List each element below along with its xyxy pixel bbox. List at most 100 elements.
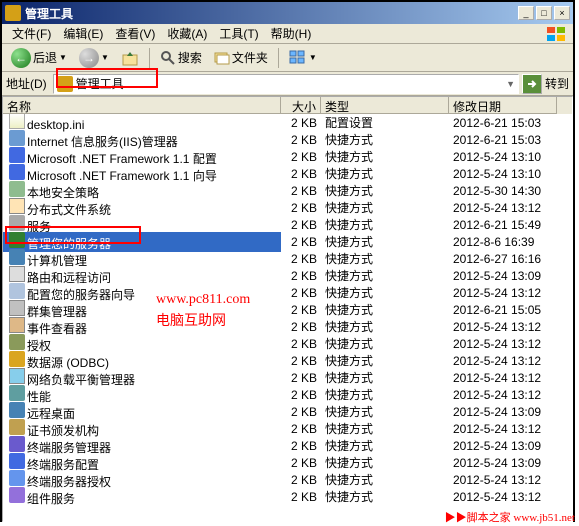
list-item[interactable]: 配置您的服务器向导2 KB快捷方式2012-5-24 13:12 [3, 284, 572, 301]
col-size[interactable]: 大小 [281, 97, 321, 114]
file-size: 2 KB [281, 422, 321, 436]
go-label: 转到 [545, 75, 569, 92]
file-icon [9, 283, 25, 299]
views-icon [289, 50, 307, 66]
close-button[interactable]: × [554, 6, 570, 20]
file-type: 快捷方式 [321, 131, 449, 148]
list-item[interactable]: 数据源 (ODBC)2 KB快捷方式2012-5-24 13:12 [3, 352, 572, 369]
file-size: 2 KB [281, 405, 321, 419]
addressbar: 地址(D) 管理工具 ▼ 转到 [2, 72, 573, 96]
file-date: 2012-5-24 13:12 [449, 337, 557, 351]
list-item[interactable]: 终端服务配置2 KB快捷方式2012-5-24 13:09 [3, 454, 572, 471]
col-date[interactable]: 修改日期 [449, 97, 557, 114]
file-size: 2 KB [281, 133, 321, 147]
list-item[interactable]: Microsoft .NET Framework 1.1 配置2 KB快捷方式2… [3, 148, 572, 165]
file-type: 快捷方式 [321, 148, 449, 165]
file-date: 2012-5-24 13:09 [449, 405, 557, 419]
menu-help[interactable]: 帮助(H) [265, 23, 318, 44]
file-date: 2012-5-24 13:12 [449, 473, 557, 487]
list-item[interactable]: 终端服务器授权2 KB快捷方式2012-5-24 13:12 [3, 471, 572, 488]
chevron-down-icon[interactable]: ▼ [506, 79, 515, 89]
file-icon [9, 300, 25, 316]
list-item[interactable]: 证书颁发机构2 KB快捷方式2012-5-24 13:12 [3, 420, 572, 437]
file-icon [9, 164, 25, 180]
list-item[interactable]: desktop.ini2 KB配置设置2012-6-21 15:03 [3, 114, 572, 131]
list-item[interactable]: 远程桌面2 KB快捷方式2012-5-24 13:09 [3, 403, 572, 420]
file-type: 快捷方式 [321, 420, 449, 437]
list-item[interactable]: 授权2 KB快捷方式2012-5-24 13:12 [3, 335, 572, 352]
file-size: 2 KB [281, 286, 321, 300]
file-size: 2 KB [281, 473, 321, 487]
up-button[interactable] [116, 47, 144, 69]
list-item[interactable]: 网络负载平衡管理器2 KB快捷方式2012-5-24 13:12 [3, 369, 572, 386]
forward-button[interactable]: → ▼ [74, 47, 114, 69]
list-item[interactable]: 组件服务2 KB快捷方式2012-5-24 13:12 [3, 488, 572, 505]
toolbar: ← 后退 ▼ → ▼ 搜索 文件夹 ▼ [2, 44, 573, 72]
list-item[interactable]: Internet 信息服务(IIS)管理器2 KB快捷方式2012-6-21 1… [3, 131, 572, 148]
separator [278, 48, 279, 68]
file-date: 2012-5-24 13:10 [449, 167, 557, 181]
file-size: 2 KB [281, 490, 321, 504]
list-item[interactable]: 计算机管理2 KB快捷方式2012-6-27 16:16 [3, 250, 572, 267]
file-date: 2012-5-24 13:12 [449, 320, 557, 334]
file-type: 快捷方式 [321, 199, 449, 216]
col-name[interactable]: 名称 [3, 97, 281, 114]
file-size: 2 KB [281, 354, 321, 368]
address-value: 管理工具 [76, 75, 124, 92]
go-button[interactable] [522, 74, 542, 94]
search-icon [160, 50, 176, 66]
file-date: 2012-5-24 13:09 [449, 439, 557, 453]
file-date: 2012-6-21 15:03 [449, 116, 557, 130]
column-headers: 名称 大小 类型 修改日期 [3, 97, 572, 114]
windows-logo-icon [545, 26, 569, 42]
views-button[interactable]: ▼ [284, 47, 322, 69]
list-item[interactable]: 性能2 KB快捷方式2012-5-24 13:12 [3, 386, 572, 403]
file-type: 快捷方式 [321, 403, 449, 420]
file-date: 2012-8-6 16:39 [449, 235, 557, 249]
list-item[interactable]: 管理您的服务器2 KB快捷方式2012-8-6 16:39 [3, 233, 572, 250]
file-type: 快捷方式 [321, 301, 449, 318]
file-size: 2 KB [281, 439, 321, 453]
file-icon [9, 334, 25, 350]
file-icon [9, 487, 25, 503]
menu-tools[interactable]: 工具(T) [213, 23, 264, 44]
explorer-window: 管理工具 _ □ × 文件(F) 编辑(E) 查看(V) 收藏(A) 工具(T)… [0, 0, 575, 522]
list-item[interactable]: 分布式文件系统2 KB快捷方式2012-5-24 13:12 [3, 199, 572, 216]
list-item[interactable]: 群集管理器2 KB快捷方式2012-6-21 15:05 [3, 301, 572, 318]
file-type: 快捷方式 [321, 250, 449, 267]
title-buttons: _ □ × [518, 6, 570, 20]
app-icon [5, 5, 21, 21]
list-item[interactable]: 终端服务管理器2 KB快捷方式2012-5-24 13:09 [3, 437, 572, 454]
list-item[interactable]: Microsoft .NET Framework 1.1 向导2 KB快捷方式2… [3, 165, 572, 182]
file-name: 组件服务 [27, 490, 75, 507]
list-item[interactable]: 本地安全策略2 KB快捷方式2012-5-30 14:30 [3, 182, 572, 199]
file-size: 2 KB [281, 303, 321, 317]
file-type: 快捷方式 [321, 352, 449, 369]
menu-view[interactable]: 查看(V) [109, 23, 161, 44]
file-date: 2012-6-27 16:16 [449, 252, 557, 266]
menu-edit[interactable]: 编辑(E) [57, 23, 109, 44]
col-type[interactable]: 类型 [321, 97, 449, 114]
file-type: 快捷方式 [321, 488, 449, 505]
back-button[interactable]: ← 后退 ▼ [6, 47, 72, 69]
menu-favorites[interactable]: 收藏(A) [161, 23, 213, 44]
go-arrow-icon [526, 78, 538, 90]
file-date: 2012-6-21 15:03 [449, 133, 557, 147]
file-icon [9, 113, 25, 129]
file-icon [9, 147, 25, 163]
file-type: 配置设置 [321, 114, 449, 131]
menu-file[interactable]: 文件(F) [6, 23, 57, 44]
file-size: 2 KB [281, 337, 321, 351]
address-input[interactable]: 管理工具 ▼ [53, 74, 519, 94]
list-item[interactable]: 路由和远程访问2 KB快捷方式2012-5-24 13:09 [3, 267, 572, 284]
file-size: 2 KB [281, 320, 321, 334]
titlebar[interactable]: 管理工具 _ □ × [2, 2, 573, 24]
file-list[interactable]: 名称 大小 类型 修改日期 desktop.ini2 KB配置设置2012-6-… [2, 96, 573, 522]
maximize-button[interactable]: □ [536, 6, 552, 20]
address-label: 地址(D) [6, 75, 50, 92]
list-item[interactable]: 服务2 KB快捷方式2012-6-21 15:49 [3, 216, 572, 233]
folders-button[interactable]: 文件夹 [209, 47, 273, 69]
minimize-button[interactable]: _ [518, 6, 534, 20]
list-item[interactable]: 事件查看器2 KB快捷方式2012-5-24 13:12 [3, 318, 572, 335]
search-button[interactable]: 搜索 [155, 47, 207, 69]
